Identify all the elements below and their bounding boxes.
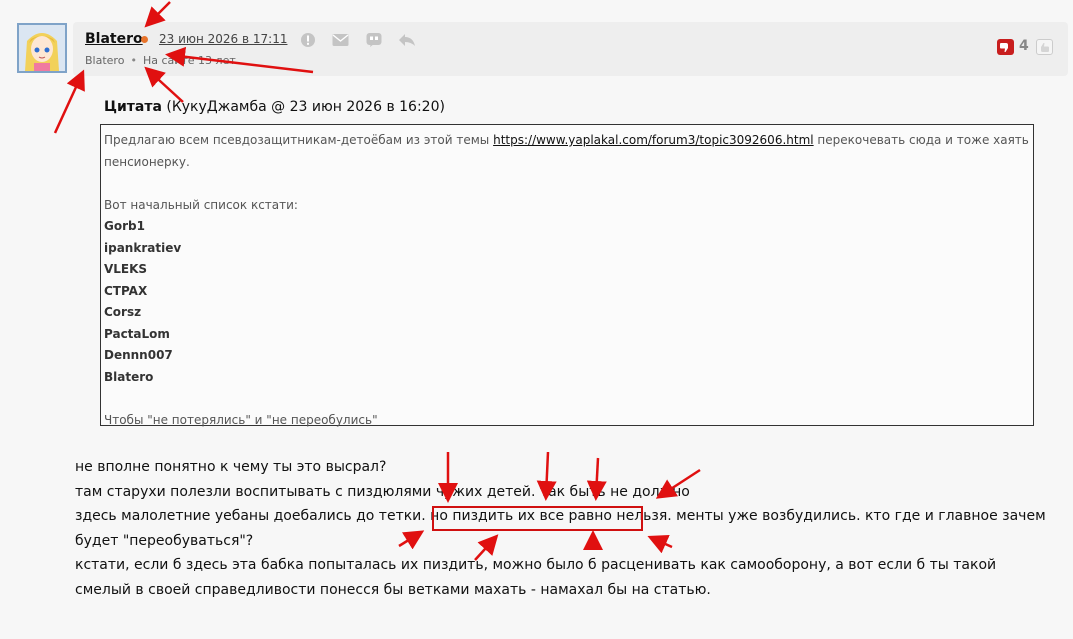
quote-icon[interactable] (366, 32, 382, 48)
mail-icon[interactable] (332, 32, 349, 48)
rating-count: 4 (1019, 38, 1029, 54)
post-date-link[interactable]: 23 июн 2026 в 17:11 (159, 32, 287, 46)
quote-label: Цитата (104, 99, 162, 115)
body-line: не вполне понятно к чему ты это высрал? (75, 459, 387, 475)
body-text: здесь малолетние уебаны доебались до тет… (75, 508, 453, 524)
nick-item: ipankratiev (104, 240, 182, 255)
post-header (73, 22, 1068, 76)
online-status-dot (141, 36, 148, 43)
nick-item: PactaLom (104, 326, 170, 341)
user-status: Blatero (85, 54, 125, 67)
nick-item: Blatero (104, 369, 154, 384)
dislike-icon[interactable] (997, 39, 1014, 55)
quote-paragraph: Предлагаю всем псевдозащитникам-детоёбам… (104, 130, 1030, 173)
body-line: кстати, если б здесь эта бабка попыталас… (75, 557, 997, 598)
quote-closing: Чтобы "не потерялись" и "не переобулись" (104, 412, 378, 427)
quote-block: Предлагаю всем псевдозащитникам-детоёбам… (100, 124, 1034, 427)
report-icon[interactable] (300, 32, 316, 48)
quote-source: (КукуДжамба @ 23 июн 2026 в 16:20) (166, 99, 445, 115)
meta-separator: • (130, 54, 137, 67)
user-meta: Blatero • На сайте 13 лет (85, 54, 236, 67)
annotation-arrow (53, 69, 85, 134)
annotation-arrow (144, 1, 171, 28)
quote-text: Предлагаю всем псевдозащитникам-детоёбам… (104, 133, 494, 147)
user-online-since: На сайте 13 лет (142, 54, 236, 67)
avatar-image (19, 25, 65, 71)
quote-list-intro: Вот начальный список кстати: (104, 197, 298, 212)
forum-post: Blatero 23 июн 2026 в 17:11 Blatero • На с… (0, 0, 1073, 639)
quote-topic-link[interactable]: https://www.yaplakal.com/forum3/topic309… (493, 133, 814, 147)
nick-item: VLEKS (104, 262, 148, 276)
nick-item: Gorb1 (104, 219, 145, 233)
like-icon[interactable] (1036, 39, 1053, 55)
nick-item: CTPAX (104, 283, 148, 298)
username-link[interactable]: Blatero (85, 31, 143, 47)
highlight-box (432, 506, 643, 531)
quote-header: Цитата (КукуДжамба @ 23 июн 2026 в 16:20… (104, 99, 445, 115)
avatar[interactable] (17, 23, 67, 73)
body-line: там старухи полезли воспитывать с пиздюл… (75, 483, 690, 500)
reply-icon[interactable] (398, 32, 415, 48)
nick-item: Corsz (104, 305, 142, 319)
nick-item: Dennn007 (104, 348, 173, 362)
